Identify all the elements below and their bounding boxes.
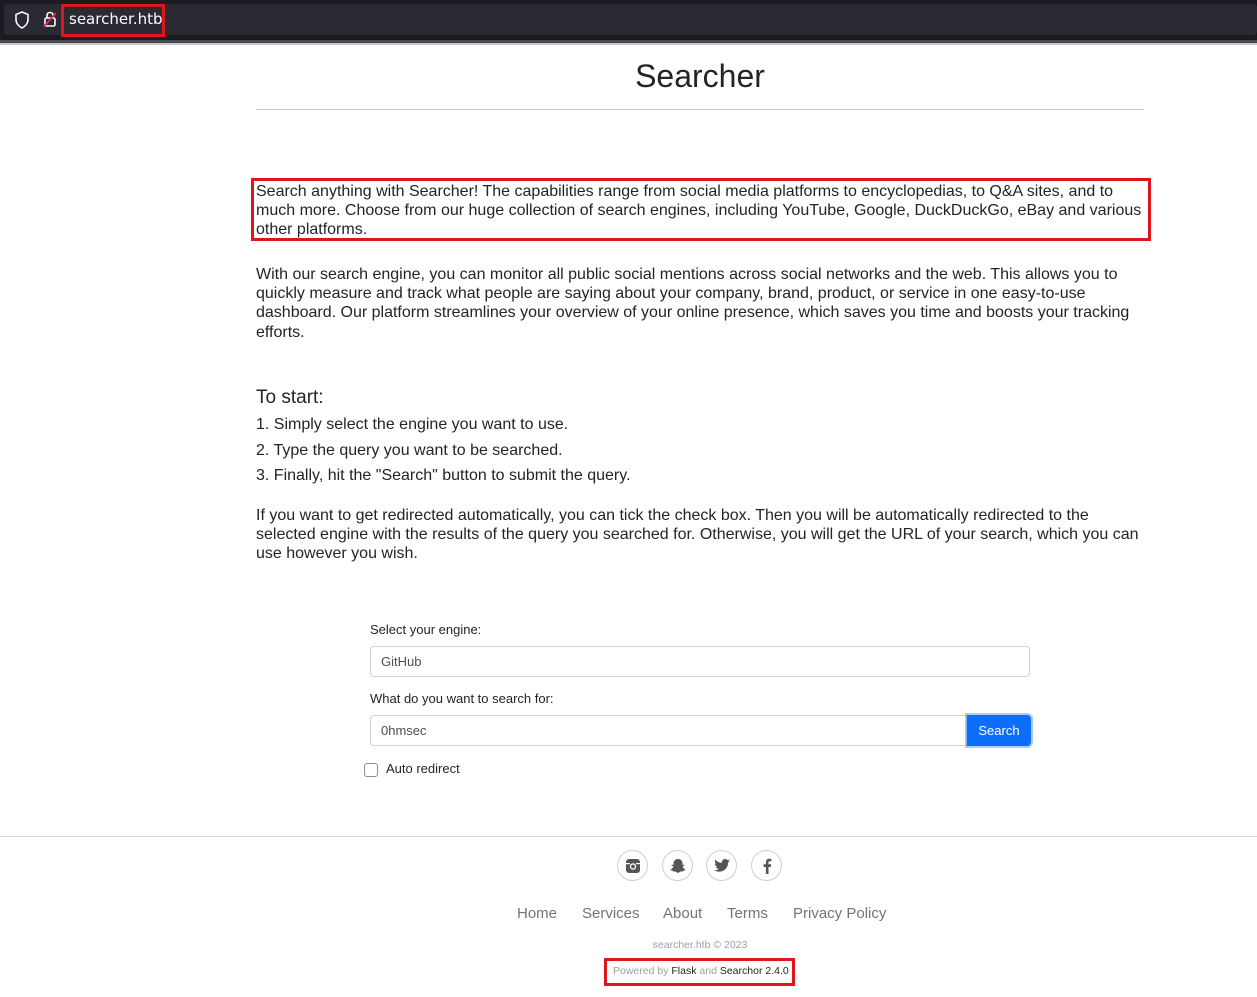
footer-link-home[interactable]: Home — [517, 905, 557, 922]
highlight-intro — [251, 178, 1151, 241]
snapchat-icon[interactable] — [662, 850, 693, 881]
query-label: What do you want to search for: — [370, 691, 554, 706]
auto-redirect-checkbox[interactable] — [364, 763, 378, 777]
shield-icon[interactable] — [14, 11, 30, 34]
query-input[interactable]: 0hmsec — [370, 715, 967, 746]
copyright-text: searcher.htb © 2023 — [652, 939, 748, 951]
step-item: 1. Simply select the engine you want to … — [256, 416, 569, 433]
page-title: Searcher — [635, 58, 765, 94]
highlight-powered-by — [604, 958, 795, 986]
search-button[interactable]: Search — [967, 715, 1031, 746]
toolbar-divider-light — [0, 43, 1257, 45]
footer-link-terms[interactable]: Terms — [727, 905, 768, 922]
redirect-paragraph: If you want to get redirected automatica… — [256, 507, 1139, 563]
url-bar[interactable] — [4, 4, 1257, 35]
twitter-icon[interactable] — [706, 850, 737, 881]
step-item: 2. Type the query you want to be searche… — [256, 442, 563, 459]
facebook-icon[interactable] — [751, 850, 782, 881]
start-heading: To start: — [256, 387, 324, 408]
step-item: 3. Finally, hit the "Search" button to s… — [256, 467, 631, 484]
footer-link-services[interactable]: Services — [582, 905, 640, 922]
engine-label: Select your engine: — [370, 622, 482, 637]
auto-redirect-label[interactable]: Auto redirect — [386, 761, 460, 776]
highlight-url — [61, 4, 165, 37]
engine-select[interactable]: GitHub — [370, 646, 1030, 677]
monitor-paragraph: With our search engine, you can monitor … — [256, 266, 1130, 341]
browser-toolbar: searcher.htb — [0, 0, 1257, 40]
footer-link-about[interactable]: About — [663, 905, 702, 922]
insecure-lock-icon[interactable] — [42, 10, 58, 33]
footer-divider — [0, 836, 1257, 837]
title-divider — [256, 109, 1144, 110]
footer-link-privacy[interactable]: Privacy Policy — [793, 905, 886, 922]
instagram-icon[interactable] — [617, 850, 648, 881]
